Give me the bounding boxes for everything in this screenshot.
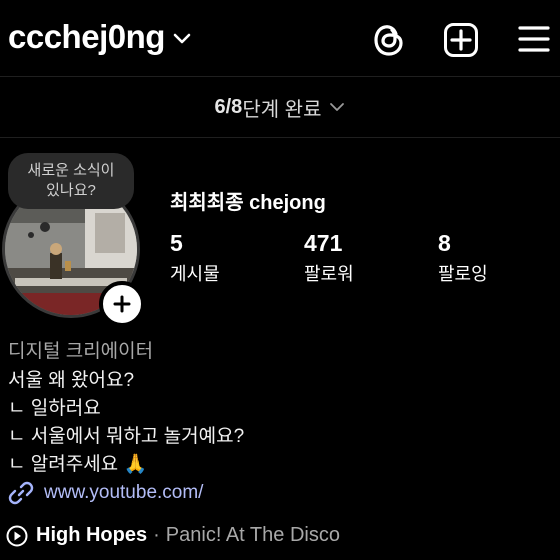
menu-icon[interactable] [517,24,551,54]
stat-following-value: 8 [438,230,451,256]
music-artist: Panic! At The Disco [165,524,340,546]
music-separator: · [153,524,160,546]
top-bar: ccchej0ng [0,0,560,76]
note-bubble-tail-small [28,232,34,238]
threads-icon[interactable] [372,22,406,58]
profile-category: 디지털 크리에이터 [8,341,154,362]
profile-link[interactable]: www.youtube.com/ [8,480,203,506]
onboarding-progress[interactable]: 6/8 단계 완료 [0,76,560,138]
bio-line-3: ㄴ 서울에서 뭐하고 놀거예요? [8,426,245,447]
note-bubble-tail [40,222,50,232]
bio-line-1: 서울 왜 왔어요? [8,370,135,391]
note-bubble[interactable]: 새로운 소식이 있나요? [8,153,134,209]
full-name: 최최최종 chejong [170,192,326,214]
chevron-down-icon [173,33,191,44]
onboarding-label: 단계 완료 [242,98,322,121]
onboarding-steps: 6/8 [214,95,243,118]
username-switcher[interactable]: ccchej0ng [8,18,191,56]
profile-music[interactable]: High Hopes · Panic! At The Disco [6,524,340,547]
stat-followers[interactable]: 471 팔로워 [304,230,354,286]
add-icon[interactable] [443,22,479,58]
profile-link-text: www.youtube.com/ [44,482,204,503]
stat-posts[interactable]: 5 게시물 [170,230,220,286]
plus-icon [113,295,131,313]
add-story-button[interactable] [99,281,145,327]
link-icon [8,481,34,505]
stat-following[interactable]: 8 팔로잉 [438,230,488,286]
play-icon[interactable] [6,525,28,547]
username: ccchej0ng [8,18,165,55]
note-text-line2: 있나요? [46,182,96,199]
stat-following-label: 팔로잉 [438,264,488,284]
stat-posts-label: 게시물 [170,264,220,284]
chevron-down-icon [330,103,345,111]
stat-followers-label: 팔로워 [304,264,354,284]
music-song-title: High Hopes [36,524,148,546]
bio-line-2: ㄴ 일하러요 [8,398,101,419]
note-text-line1: 새로운 소식이 [27,162,115,179]
stat-posts-value: 5 [170,230,183,256]
stat-followers-value: 471 [304,230,343,256]
bio-line-4: ㄴ 알려주세요 🙏 [8,454,148,475]
